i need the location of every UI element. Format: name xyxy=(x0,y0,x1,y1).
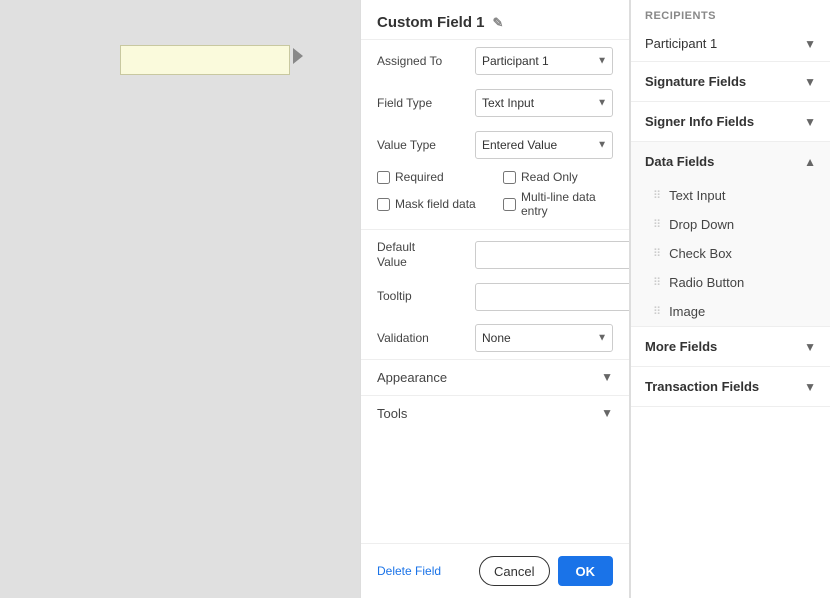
drag-handle-text-input: ⠿ xyxy=(653,189,661,202)
sidebar-item-radio-button[interactable]: ⠿ Radio Button xyxy=(631,268,830,297)
assigned-to-wrapper: Participant 1 Participant 2 ▼ xyxy=(475,47,613,75)
signer-info-title: Signer Info Fields xyxy=(645,114,754,129)
transaction-fields-header[interactable]: Transaction Fields ▼ xyxy=(631,367,830,406)
signer-info-section: Signer Info Fields ▼ xyxy=(631,102,830,142)
signer-info-chevron: ▼ xyxy=(804,115,816,129)
tools-row[interactable]: Tools ▼ xyxy=(361,395,629,431)
validation-select[interactable]: None Number Email Zip Code xyxy=(475,324,613,352)
panel-body: Assigned To Participant 1 Participant 2 … xyxy=(361,40,629,543)
text-input-label: Text Input xyxy=(669,188,725,203)
custom-field-title: Custom Field 1 xyxy=(377,14,485,31)
signature-fields-title: Signature Fields xyxy=(645,74,746,89)
readonly-label: Read Only xyxy=(521,170,578,184)
right-sidebar: RECIPIENTS Participant 1 ▼ Signature Fie… xyxy=(630,0,830,598)
field-type-wrapper: Text Input Drop Down Check Box Radio But… xyxy=(475,89,613,117)
appearance-label: Appearance xyxy=(377,370,447,385)
recipients-section: RECIPIENTS Participant 1 ▼ xyxy=(631,0,830,62)
validation-label: Validation xyxy=(377,331,467,345)
delete-field-link[interactable]: Delete Field xyxy=(377,564,441,578)
participant-name: Participant 1 xyxy=(645,36,717,51)
value-type-wrapper: Entered Value Pre-filled Value ▼ xyxy=(475,131,613,159)
field-type-row: Field Type Text Input Drop Down Check Bo… xyxy=(361,82,629,124)
participant-row[interactable]: Participant 1 ▼ xyxy=(631,26,830,61)
required-checkbox-item[interactable]: Required xyxy=(377,170,487,184)
transaction-fields-chevron: ▼ xyxy=(804,380,816,394)
validation-row: Validation None Number Email Zip Code ▼ xyxy=(361,317,629,359)
transaction-fields-section: Transaction Fields ▼ xyxy=(631,367,830,407)
value-type-select[interactable]: Entered Value Pre-filled Value xyxy=(475,131,613,159)
footer-buttons: Cancel OK xyxy=(479,556,613,586)
data-fields-items: ⠿ Text Input ⠿ Drop Down ⠿ Check Box ⠿ R… xyxy=(631,181,830,326)
cancel-button[interactable]: Cancel xyxy=(479,556,549,586)
field-type-label: Field Type xyxy=(377,96,467,110)
participant-chevron: ▼ xyxy=(804,37,816,51)
validation-wrapper: None Number Email Zip Code ▼ xyxy=(475,324,613,352)
panel-footer: Delete Field Cancel OK xyxy=(361,543,629,598)
default-value-row: DefaultValue xyxy=(361,234,629,277)
tooltip-row: Tooltip xyxy=(361,277,629,317)
drag-handle-drop-down: ⠿ xyxy=(653,218,661,231)
drag-handle-check-box: ⠿ xyxy=(653,247,661,260)
field-arrow xyxy=(293,48,303,64)
default-value-input[interactable] xyxy=(475,241,630,269)
more-fields-header[interactable]: More Fields ▼ xyxy=(631,327,830,366)
properties-panel: Custom Field 1 ✎ Assigned To Participant… xyxy=(360,0,630,598)
mask-checkbox-item[interactable]: Mask field data xyxy=(377,190,487,219)
sidebar-item-text-input[interactable]: ⠿ Text Input xyxy=(631,181,830,210)
drag-handle-image: ⠿ xyxy=(653,305,661,318)
radio-button-label: Radio Button xyxy=(669,275,744,290)
required-label: Required xyxy=(395,170,444,184)
data-fields-section: Data Fields ▲ ⠿ Text Input ⠿ Drop Down ⠿… xyxy=(631,142,830,327)
drop-down-label: Drop Down xyxy=(669,217,734,232)
multiline-checkbox-item[interactable]: Multi-line data entry xyxy=(503,190,613,219)
readonly-checkbox[interactable] xyxy=(503,171,516,184)
multiline-checkbox[interactable] xyxy=(503,198,516,211)
tools-chevron: ▼ xyxy=(601,406,613,420)
signature-fields-chevron: ▼ xyxy=(804,75,816,89)
field-type-select[interactable]: Text Input Drop Down Check Box Radio But… xyxy=(475,89,613,117)
more-fields-section: More Fields ▼ xyxy=(631,327,830,367)
assigned-to-row: Assigned To Participant 1 Participant 2 … xyxy=(361,40,629,82)
value-type-label: Value Type xyxy=(377,138,467,152)
value-type-row: Value Type Entered Value Pre-filled Valu… xyxy=(361,124,629,166)
field-box[interactable] xyxy=(120,45,290,75)
divider-1 xyxy=(361,229,629,230)
checkboxes-row-2: Mask field data Multi-line data entry xyxy=(361,188,629,225)
transaction-fields-title: Transaction Fields xyxy=(645,379,759,394)
signature-fields-header[interactable]: Signature Fields ▼ xyxy=(631,62,830,101)
appearance-chevron: ▼ xyxy=(601,370,613,384)
sidebar-item-check-box[interactable]: ⠿ Check Box xyxy=(631,239,830,268)
sidebar-item-drop-down[interactable]: ⠿ Drop Down xyxy=(631,210,830,239)
sidebar-item-image[interactable]: ⠿ Image xyxy=(631,297,830,326)
tooltip-label: Tooltip xyxy=(377,289,467,305)
tools-label: Tools xyxy=(377,406,407,421)
data-fields-title: Data Fields xyxy=(645,154,714,169)
image-label: Image xyxy=(669,304,705,319)
panel-title: Custom Field 1 ✎ xyxy=(377,14,613,31)
appearance-row[interactable]: Appearance ▼ xyxy=(361,359,629,395)
mask-label: Mask field data xyxy=(395,197,476,211)
drag-handle-radio-button: ⠿ xyxy=(653,276,661,289)
checkboxes-row-1: Required Read Only xyxy=(361,166,629,188)
data-fields-header[interactable]: Data Fields ▲ xyxy=(631,142,830,181)
recipients-label: RECIPIENTS xyxy=(631,0,830,26)
signer-info-header[interactable]: Signer Info Fields ▼ xyxy=(631,102,830,141)
readonly-checkbox-item[interactable]: Read Only xyxy=(503,170,613,184)
more-fields-title: More Fields xyxy=(645,339,717,354)
edit-icon[interactable]: ✎ xyxy=(493,15,504,31)
assigned-to-select[interactable]: Participant 1 Participant 2 xyxy=(475,47,613,75)
signature-fields-section: Signature Fields ▼ xyxy=(631,62,830,102)
panel-header: Custom Field 1 ✎ xyxy=(361,0,629,40)
tooltip-input[interactable] xyxy=(475,283,630,311)
default-value-label: DefaultValue xyxy=(377,240,467,271)
assigned-to-label: Assigned To xyxy=(377,54,467,68)
more-fields-chevron: ▼ xyxy=(804,340,816,354)
data-fields-chevron: ▲ xyxy=(804,155,816,169)
canvas-area xyxy=(0,0,360,598)
check-box-label: Check Box xyxy=(669,246,732,261)
multiline-label: Multi-line data entry xyxy=(521,190,596,219)
ok-button[interactable]: OK xyxy=(558,556,614,586)
mask-checkbox[interactable] xyxy=(377,198,390,211)
required-checkbox[interactable] xyxy=(377,171,390,184)
